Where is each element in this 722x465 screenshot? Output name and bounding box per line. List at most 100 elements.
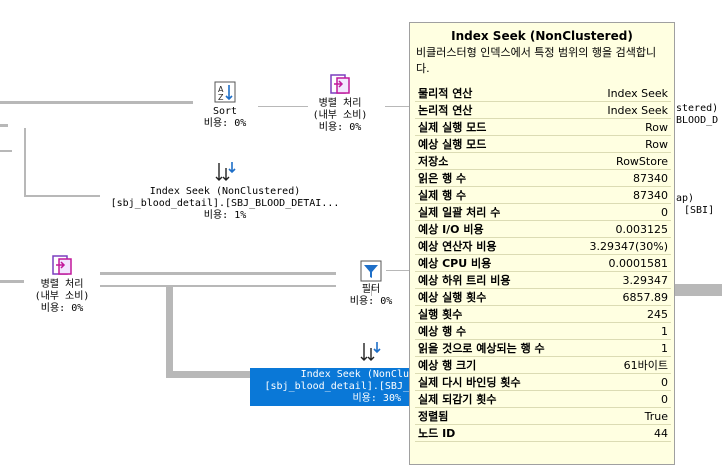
tooltip-property-row: 읽을 것으로 예상되는 행 수1 [415,339,671,357]
tooltip-property-row: 저장소 RowStore [415,152,671,170]
filter-label: 필터 [361,284,381,295]
connector-selected-down [166,287,173,376]
connector-branch-1-h [24,195,100,197]
index-seek-selected-label2: [sbj_blood_detail].[SBJ_ [264,381,410,392]
index-seek-selected-node[interactable]: Index Seek (NonClu [sbj_blood_detail].[S… [250,338,409,408]
tooltip-property-value: 0.0001581 [571,254,671,272]
tooltip-property-key: 예상 실행 모드 [415,135,572,153]
tooltip-property-value: 87340 [571,186,671,204]
tooltip-property-row: 예상 행 크기 61바이트 [415,356,671,374]
tooltip-property-value: Row [571,118,671,136]
connector-filter-left [100,272,336,275]
tooltip-property-row: 논리적 연산 Index Seek [415,101,671,119]
parallelism-top-label1: 병렬 처리 [318,98,362,109]
connector-right-edge [675,284,722,296]
connector-branch-1-down [24,128,26,196]
tooltip-property-row: 실제 다시 바인딩 횟수 0 [415,373,671,391]
parallelism-left-node[interactable]: 병렬 처리 (내부 소비) 비용: 0% [22,253,102,315]
tooltip-property-row: 예상 I/O 비용 0.003125 [415,220,671,238]
tooltip-property-value: 87340 [571,169,671,187]
index-seek-mid-label2: [sbj_blood_detail].[SBJ_BLOOD_DETAI... [110,198,340,209]
tooltip-property-value: 61바이트 [571,356,671,374]
parallelism-top-node[interactable]: 병렬 처리 (내부 소비) 비용: 0% [300,72,380,134]
tooltip-property-key: 논리적 연산 [415,101,572,119]
index-seek-mid-cost: 비용: 1% [203,210,247,221]
index-seek-mid-label1: Index Seek (NonClustered) [149,186,301,197]
tooltip-property-row: 실제 실행 모드 Row [415,118,671,136]
tooltip-property-value: True [571,407,671,425]
connector-sort-left [0,101,193,104]
tooltip-property-row: 실행 횟수 245 [415,305,671,323]
tooltip-property-value: 0 [571,390,671,408]
tooltip-property-row: 예상 실행 횟수 6857.89 [415,288,671,306]
tooltip-property-key: 실제 일괄 처리 수 [415,203,572,221]
tooltip-property-row: 예상 연산자 비용 3.29347(30%) [415,237,671,255]
sort-icon: A Z [214,81,236,103]
clipped-node-label: stered) [676,103,719,114]
connector-left-mid [0,280,24,283]
sort-label: Sort [212,106,238,117]
sort-node[interactable]: A Z Sort 비용: 0% [195,80,255,130]
tooltip-property-key: 실제 행 수 [415,186,572,204]
connector-branch-1 [0,150,12,152]
tooltip-property-key: 읽은 행 수 [415,169,572,187]
tooltip-description: 비클러스터형 인덱스에서 특정 범위의 행을 검색합니다. [416,46,657,75]
tooltip-property-key: 읽을 것으로 예상되는 행 수 [415,339,572,357]
tooltip-property-key: 실제 되감기 횟수 [415,390,572,408]
tooltip-property-row: 예상 CPU 비용 0.0001581 [415,254,671,272]
clipped-node-label: ap) [676,193,695,204]
filter-node[interactable]: 필터 비용: 0% [341,260,401,308]
index-seek-selected-cost: 비용: 30% [352,393,401,404]
tooltip-property-row: 노드 ID 44 [415,424,671,442]
tooltip-property-key: 예상 I/O 비용 [415,220,572,238]
tooltip-properties-table: 물리적 연산 Index Seek 논리적 연산 Index Seek 실제 실행 모드… [415,85,671,442]
tooltip-property-value: 44 [571,424,671,442]
tooltip-property-row: 예상 실행 모드 Row [415,135,671,153]
tooltip-property-value: 6857.89 [571,288,671,306]
tooltip-property-row: 예상 하위 트리 비용 3.29347 [415,271,671,289]
tooltip-property-row: 실제 행 수 87340 [415,186,671,204]
tooltip-property-key: 예상 하위 트리 비용 [415,271,572,289]
tooltip-property-key: 실제 다시 바인딩 횟수 [415,373,572,391]
index-seek-icon [215,162,236,181]
svg-text:Z: Z [218,93,224,102]
tooltip-property-key: 실제 실행 모드 [415,118,572,136]
tooltip-property-row: 실제 일괄 처리 수0 [415,203,671,221]
tooltip-property-value: 3.29347 [571,271,671,289]
tooltip-property-value: 0 [571,203,671,221]
clipped-node-label: BLOOD_D [676,115,719,126]
tooltip-property-key: 노드 ID [415,424,572,442]
tooltip-property-key: 저장소 [415,152,572,170]
connector-left-vertical-top [0,124,8,127]
sort-cost: 비용: 0% [203,118,247,129]
tooltip-property-value: Row [571,135,671,153]
tooltip-property-value: 1 [571,339,671,357]
tooltip-property-key: 예상 CPU 비용 [415,254,572,272]
clipped-node-label: [SBI] [684,205,715,216]
parallelism-icon [330,74,350,94]
index-seek-selected-label-box: Index Seek (NonClu [sbj_blood_detail].[S… [250,368,409,406]
connector-selected-h [166,371,250,378]
index-seek-icon [360,342,381,361]
tooltip-property-value: 1 [571,322,671,340]
tooltip-property-row: 실제 되감기 횟수 0 [415,390,671,408]
parallelism-left-cost: 비용: 0% [40,303,84,314]
parallelism-top-cost: 비용: 0% [318,122,362,133]
tooltip-property-value: 3.29347(30%) [571,237,671,255]
index-seek-mid-node[interactable]: Index Seek (NonClustered) [sbj_blood_det… [100,160,350,222]
tooltip-property-value: Index Seek [571,101,671,119]
tooltip-property-value: 245 [571,305,671,323]
parallelism-left-label1: 병렬 처리 [40,279,84,290]
tooltip-property-value: Index Seek [571,85,671,102]
tooltip-property-key: 예상 행 크기 [415,356,572,374]
tooltip-property-row: 읽은 행 수 87340 [415,169,671,187]
tooltip-property-value: 0 [571,373,671,391]
tooltip-property-key: 예상 연산자 비용 [415,237,572,255]
filter-icon [360,260,382,282]
tooltip-property-key: 물리적 연산 [415,85,572,102]
tooltip-property-row: 정렬됨 True [415,407,671,425]
tooltip-property-value: RowStore [571,152,671,170]
tooltip-property-key: 예상 실행 횟수 [415,288,572,306]
tooltip-property-key: 실행 횟수 [415,305,572,323]
tooltip-property-key: 정렬됨 [415,407,572,425]
